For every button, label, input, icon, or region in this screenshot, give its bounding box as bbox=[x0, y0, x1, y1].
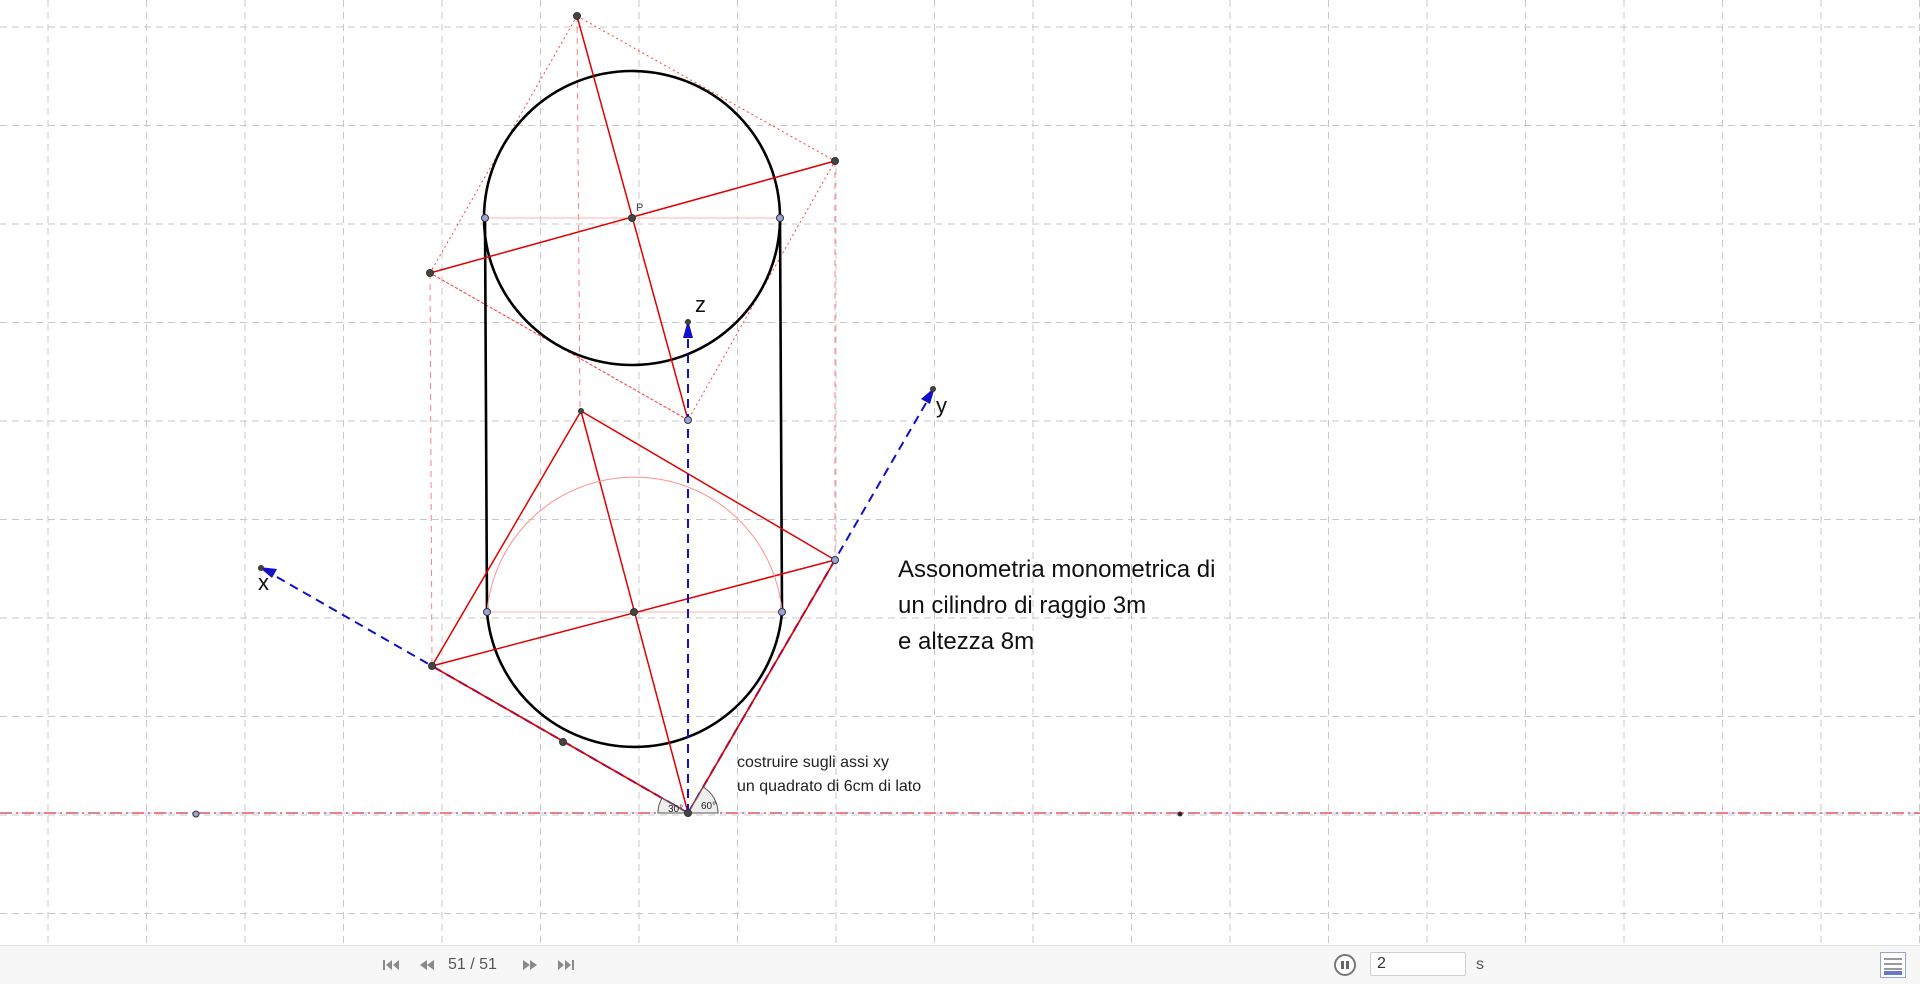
description-line: Assonometria monometrica di bbox=[898, 556, 1216, 583]
description-line: e altezza 8m bbox=[898, 628, 1035, 655]
first-step-icon[interactable] bbox=[378, 955, 404, 975]
algebra-view-icon[interactable] bbox=[1880, 952, 1906, 978]
hint-text: costruire sugli assi xy un quadrato di 6… bbox=[737, 751, 921, 799]
speed-unit: s bbox=[1476, 956, 1484, 973]
z-axis-label: z bbox=[695, 292, 706, 317]
description-line: un cilindro di raggio 3m bbox=[898, 592, 1147, 619]
x-axis-label: x bbox=[258, 570, 269, 595]
point-p-label: P bbox=[636, 202, 644, 214]
axes bbox=[262, 326, 934, 814]
last-step-icon[interactable] bbox=[553, 955, 579, 975]
axis-arrows bbox=[259, 320, 935, 578]
navigation-bar: 51 / 51 s bbox=[0, 945, 1920, 984]
hint-line: costruire sugli assi xy bbox=[737, 754, 890, 771]
angle-left-label: 30° bbox=[668, 804, 684, 815]
animation-speed-input[interactable] bbox=[1370, 952, 1466, 976]
step-counter: 51 / 51 bbox=[448, 956, 497, 973]
next-step-icon[interactable] bbox=[517, 955, 543, 975]
projection-lines bbox=[429, 15, 836, 667]
hint-line: un quadrato di 6cm di lato bbox=[737, 778, 922, 795]
angle-right-label: 60° bbox=[701, 801, 717, 812]
graphics-view[interactable]: z y x P 30° 60° Assonometria monometrica… bbox=[0, 0, 1920, 945]
description-text: Assonometria monometrica di un cilindro … bbox=[898, 552, 1215, 660]
pause-icon[interactable] bbox=[1334, 954, 1356, 976]
grid bbox=[0, 0, 1920, 945]
geometry-drawing[interactable] bbox=[0, 0, 1920, 945]
y-axis-label: y bbox=[936, 393, 947, 418]
previous-step-icon[interactable] bbox=[414, 955, 440, 975]
